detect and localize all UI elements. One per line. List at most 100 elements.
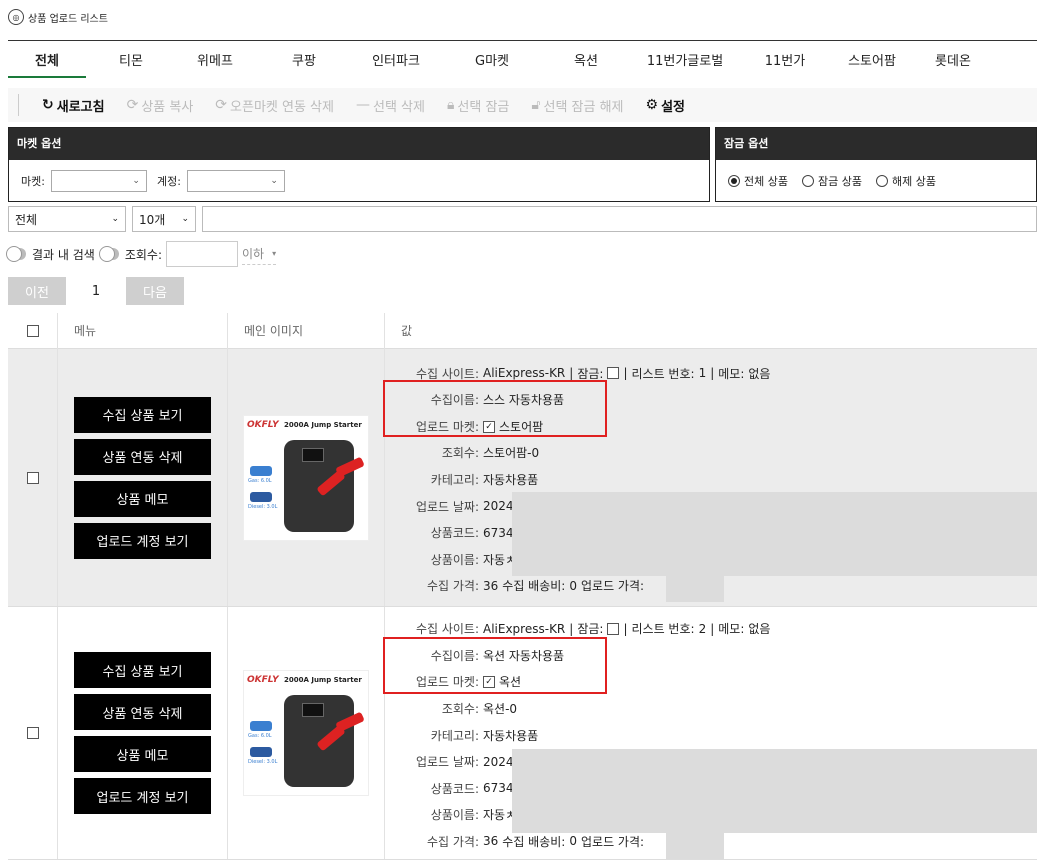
tab-coupang[interactable]: 쿠팡 [254,50,354,78]
views-label: 조회수: [441,701,479,716]
product-code-label: 상품코드: [430,526,479,541]
jump-starter-screen [302,703,324,717]
lock-selected-button[interactable]: 🔒︎ 선택 잠금 [447,96,509,115]
view-collected-product-button[interactable]: 수집 상품 보기 [74,652,211,688]
views-value: 옥션-0 [483,701,518,716]
category-value: 자동차용품 [483,728,539,743]
view-upload-account-button[interactable]: 업로드 계정 보기 [74,778,211,814]
market-label: 마켓: [21,174,45,188]
product-image[interactable]: OKFLY 2000A Jump Starter Gas: 6.0L Diese… [243,670,369,796]
unlock-selected-button[interactable]: 🔓︎ 선택 잠금 해제 [531,96,623,115]
radio-locked-products[interactable]: 잠금 상품 [801,173,862,189]
account-label: 계정: [156,174,181,188]
memo-value: 없음 [748,366,771,381]
account-select[interactable]: ⌄ [186,169,285,192]
product-image[interactable]: OKFLY 2000A Jump Starter Gas: 6.0L Diese… [243,414,369,541]
lock-options-panel: 잠금 옵션 전체 상품 잠금 상품 해제 상품 [715,127,1037,202]
views-input[interactable] [166,241,239,267]
chevron-down-icon: ⌄ [270,175,278,186]
redacted-area [666,833,724,859]
tab-tmon[interactable]: 티몬 [86,50,176,78]
upload-price-label: 업로드 가격: [580,834,645,849]
lock-checkbox[interactable] [607,367,620,380]
memo-value: 없음 [748,622,771,637]
view-collected-product-button[interactable]: 수집 상품 보기 [74,396,211,433]
memo-label: 메모: [718,622,745,637]
chevron-down-icon: ▾ [272,249,277,258]
delete-selected-button[interactable]: — 선택 삭제 [356,96,425,115]
redacted-area [512,749,1037,833]
radio-unlocked-products[interactable]: 해제 상품 [875,173,936,189]
tab-auction[interactable]: 옥션 [546,50,626,78]
scope-value: 전체 [15,212,38,227]
lock-checkbox[interactable] [607,622,620,635]
copy-product-button[interactable]: ⟳ 상품 복사 [127,96,194,115]
views-toggle[interactable] [98,246,119,262]
redacted-area [512,492,1037,576]
shipping-value: 0 [569,578,577,593]
category-line: 카테고리: 자동차용품 [385,722,1037,749]
product-name-label: 상품이름: [430,552,479,567]
list-no-label: 리스트 번호: [631,366,695,381]
keyword-search-input[interactable] [202,206,1037,232]
lte-select[interactable]: 이하 ▾ [242,243,277,265]
title-divider [8,40,1037,41]
gear-icon: ⚙ [645,97,659,113]
shipping-label: 수집 배송비: [502,834,566,849]
app-logo-icon: ◎ [8,9,24,25]
car-icon [250,465,272,476]
select-all-checkbox[interactable] [26,324,39,337]
page-size-select[interactable]: 10개 ⌄ [132,206,196,232]
tab-storefarm[interactable]: 스토어팜 [826,50,918,78]
tab-11st-global[interactable]: 11번가글로벌 [626,50,744,78]
delete-product-link-button[interactable]: 상품 연동 삭제 [74,438,211,475]
chevron-down-icon: ⌄ [111,214,119,224]
delete-product-link-button[interactable]: 상품 연동 삭제 [74,694,211,730]
tab-wemakeprice[interactable]: 위메프 [176,50,254,78]
category-label: 카테고리: [430,728,479,743]
shipping-value: 0 [569,834,577,849]
tab-interpark[interactable]: 인터파크 [354,50,438,78]
row-checkbox[interactable] [26,727,39,739]
minus-icon: — [355,97,370,113]
market-select[interactable]: ⌄ [50,169,147,192]
product-brand-text: OKFLY [247,419,279,430]
tab-11st[interactable]: 11번가 [744,50,826,78]
search-options-row: 결과 내 검색 조회수: 이하 ▾ [6,240,277,268]
radio-dot [801,174,814,187]
row-checkbox[interactable] [26,471,39,484]
tab-all[interactable]: 전체 [8,50,86,78]
separator: | [710,366,715,381]
tab-lotteon[interactable]: 롯데온 [918,50,988,78]
product-memo-button[interactable]: 상품 메모 [74,736,211,772]
window-title: 상품 업로드 리스트 [28,13,108,25]
product-memo-button[interactable]: 상품 메모 [74,480,211,517]
scope-select[interactable]: 전체 ⌄ [8,206,126,232]
settings-button[interactable]: ⚙ 설정 [646,96,685,115]
next-page-button[interactable]: 다음 [126,277,184,305]
upload-date-label: 업로드 날짜: [415,499,479,514]
jump-starter-screen [302,447,324,462]
list-no-value: 2 [698,621,707,636]
lock-options-title: 잠금 옵션 [716,128,1036,160]
toolbar: ↻ 새로고침 ⟳ 상품 복사 ⟳ 오픈마켓 연동 삭제 — 선택 삭제 🔒︎ 선… [8,88,1037,122]
copy-product-label: 상품 복사 [141,99,194,115]
site-label: 수집 사이트: [415,622,479,637]
tab-gmarket[interactable]: G마켓 [438,50,546,78]
view-upload-account-button[interactable]: 업로드 계정 보기 [74,522,211,559]
separator: | [623,621,628,636]
category-value: 자동차용품 [483,473,539,487]
open-market-delete-button[interactable]: ⟳ 오픈마켓 연동 삭제 [215,96,334,115]
copy-icon: ⟳ [126,97,139,113]
lock-selected-label: 선택 잠금 [457,99,510,115]
prev-page-button[interactable]: 이전 [8,277,66,305]
radio-dot [875,174,888,187]
product-image-caption: Diesel: 3.0L [248,759,278,765]
refresh-button[interactable]: ↻ 새로고침 [42,96,105,115]
truck-icon [250,491,272,502]
within-results-toggle[interactable] [6,246,26,262]
radio-all-products[interactable]: 전체 상품 [728,173,788,189]
list-no-label: 리스트 번호: [631,622,695,637]
toolbar-separator [18,94,19,116]
current-page-number: 1 [91,283,101,299]
